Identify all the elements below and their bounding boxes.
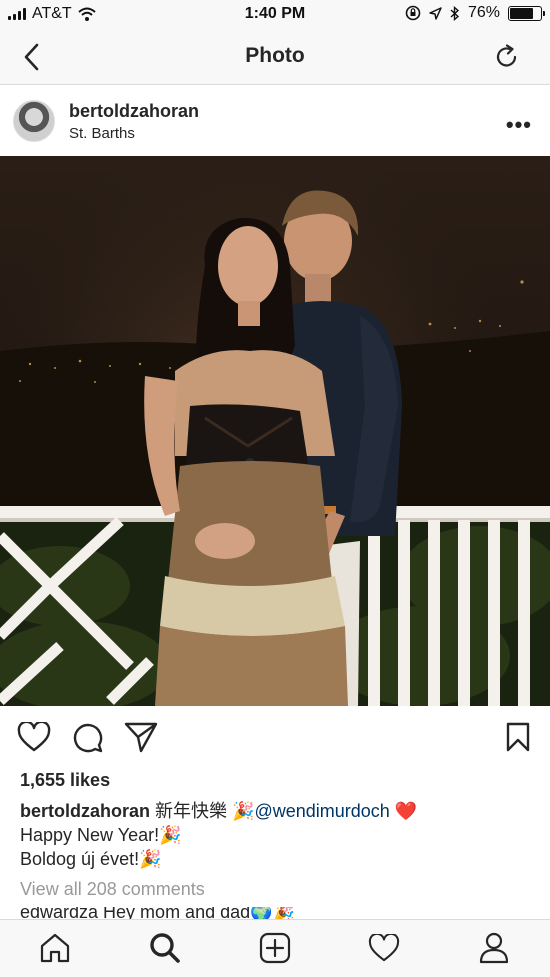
comment-preview-text: edwardza Hey mom and dad🌍🎉: [20, 907, 295, 919]
status-bar: AT&T 1:40 PM 76%: [0, 0, 550, 28]
tab-profile[interactable]: [474, 928, 514, 968]
tab-search[interactable]: [145, 928, 185, 968]
view-all-comments-link[interactable]: View all 208 comments: [20, 879, 205, 900]
likes-count[interactable]: 1,655 likes: [20, 770, 110, 791]
tab-add-post[interactable]: [255, 928, 295, 968]
location-arrow-icon: [429, 6, 442, 20]
battery-percent: 76%: [467, 4, 500, 21]
activity-heart-icon: [368, 934, 400, 962]
post-header: bertoldzahoran St. Barths •••: [0, 86, 550, 156]
refresh-button[interactable]: [490, 40, 524, 74]
caption-username[interactable]: bertoldzahoran: [20, 801, 150, 821]
tab-bar: [0, 919, 550, 977]
comment-icon: [73, 723, 103, 753]
refresh-icon: [496, 44, 517, 67]
tab-activity[interactable]: [364, 928, 404, 968]
caption-heart-emoji: ❤️: [394, 801, 418, 821]
caption-text: 新年快樂 🎉: [155, 801, 255, 821]
nav-bar: Photo: [0, 28, 550, 85]
post-photo[interactable]: [0, 156, 550, 706]
post-location[interactable]: St. Barths: [69, 125, 135, 142]
add-post-icon: [259, 932, 291, 964]
battery-fill: [510, 7, 533, 19]
profile-icon: [479, 932, 509, 964]
share-button[interactable]: [122, 718, 160, 756]
caption-line-3: Boldog új évet!🎉: [20, 849, 162, 869]
more-options-button[interactable]: •••: [506, 112, 532, 138]
avatar[interactable]: [13, 100, 55, 142]
send-icon: [124, 722, 158, 753]
caption-mention[interactable]: @wendimurdoch: [254, 801, 389, 821]
orientation-lock-icon: [405, 5, 421, 21]
battery-icon: [508, 5, 545, 21]
photo-illustration: [0, 156, 550, 706]
comment-preview[interactable]: edwardza Hey mom and dad🌍🎉: [20, 907, 295, 919]
home-icon: [40, 933, 70, 963]
save-button[interactable]: [499, 718, 537, 756]
page-title: Photo: [245, 44, 305, 67]
heart-icon: [17, 722, 51, 752]
search-icon: [150, 933, 180, 963]
status-right: 76%: [405, 4, 545, 22]
caption-line-2: Happy New Year!🎉: [20, 825, 182, 845]
bookmark-icon: [506, 722, 530, 752]
post-username[interactable]: bertoldzahoran: [69, 101, 199, 122]
comment-button[interactable]: [69, 718, 107, 756]
like-button[interactable]: [15, 718, 53, 756]
tab-home[interactable]: [35, 928, 75, 968]
post-caption: bertoldzahoran 新年快樂 🎉@wendimurdoch ❤️ Ha…: [20, 799, 535, 871]
bluetooth-icon: [450, 5, 460, 21]
post-actions: [0, 718, 550, 760]
